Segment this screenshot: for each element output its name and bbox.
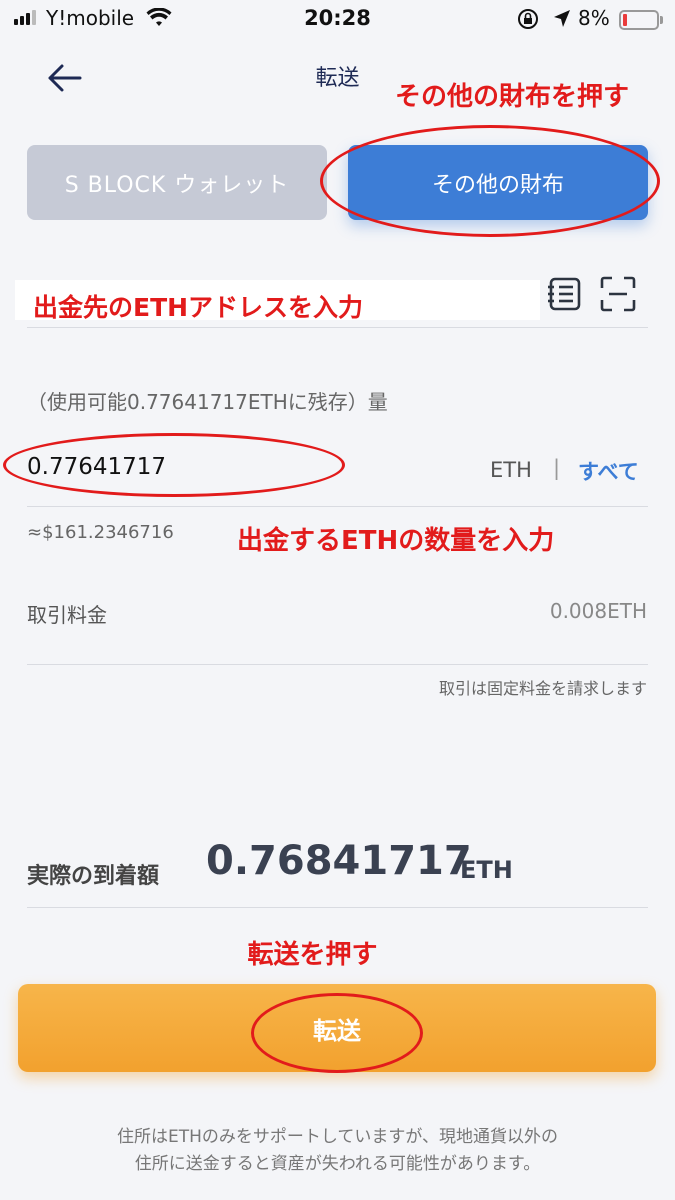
fee-label: 取引料金: [27, 603, 107, 627]
divider: [27, 327, 648, 328]
battery-percent: 8%: [578, 6, 610, 30]
fee-note: 取引は固定料金を請求します: [438, 679, 647, 698]
annotation-enter-amount: 出金するETHの数量を入力: [237, 526, 555, 556]
divider: [27, 907, 648, 908]
unit-separator: |: [553, 456, 561, 480]
tab-sblock-wallet[interactable]: S BLOCK ウォレット: [27, 145, 327, 220]
annotation-press-other-wallet: その他の財布を押す: [395, 82, 630, 112]
location-arrow-icon: [554, 10, 570, 27]
rotation-lock-icon: [518, 9, 538, 29]
battery-icon: [619, 10, 659, 30]
battery-cap: [660, 16, 663, 24]
status-bar: Y!mobile 20:28 8%: [0, 0, 675, 40]
arrival-unit: ETH: [460, 856, 513, 884]
warning-text: 住所はETHのみをサポートしていますが、現地通貨以外の 住所に送金すると資産が失…: [0, 1124, 675, 1178]
annotation-ellipse-amount: [3, 433, 345, 497]
clock: 20:28: [304, 6, 371, 30]
all-amount-button[interactable]: すべて: [578, 456, 639, 486]
balance-label: （使用可能0.77641717ETHに残存）量: [27, 390, 388, 414]
usd-value: ≈$161.2346716: [27, 522, 174, 543]
arrival-amount: 0.76841717: [206, 838, 472, 884]
arrival-label: 実際の到着額: [27, 864, 160, 889]
qr-scan-icon[interactable]: [600, 276, 636, 312]
divider: [27, 664, 648, 665]
warning-line-1: 住所はETHのみをサポートしていますが、現地通貨以外の: [116, 1127, 559, 1147]
annotation-enter-address: 出金先のETHアドレスを入力: [33, 293, 364, 322]
annotation-ellipse-transfer: [251, 993, 423, 1073]
fee-value: 0.008ETH: [549, 599, 647, 623]
address-book-icon[interactable]: [548, 276, 582, 312]
warning-line-2: 住所に送金すると資産が失われる可能性があります。: [134, 1154, 541, 1174]
annotation-ellipse-other-wallet: [320, 125, 660, 237]
divider: [27, 506, 648, 507]
amount-unit: ETH: [490, 458, 532, 482]
annotation-press-transfer: 転送を押す: [247, 940, 378, 970]
